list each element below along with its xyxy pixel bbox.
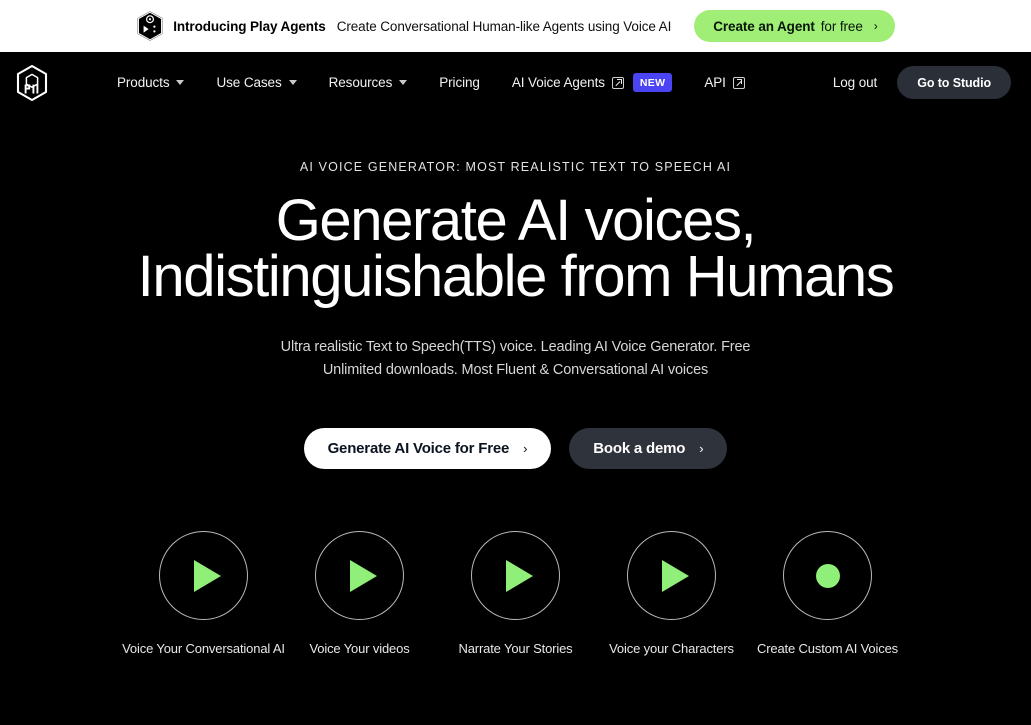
announcement-banner: Introducing Play Agents Create Conversat… [0, 0, 1031, 52]
play-icon [349, 559, 377, 592]
play-cube-logo-icon [137, 11, 163, 41]
nav-item-api[interactable]: API [688, 67, 760, 98]
nav-item-ai-voice-agents[interactable]: AI Voice Agents NEW [496, 65, 688, 100]
use-case-label: Create Custom AI Voices [756, 641, 899, 656]
nav-item-label: Products [117, 75, 170, 90]
new-badge: NEW [632, 73, 673, 92]
play-button-circle[interactable] [315, 531, 404, 620]
use-case-item-custom-voices[interactable]: Create Custom AI Voices [757, 531, 898, 656]
chevron-down-icon [399, 80, 408, 85]
use-case-label: Narrate Your Stories [458, 641, 573, 656]
use-case-row: Voice Your Conversational AI Voice Your … [0, 531, 1031, 656]
external-link-icon [611, 76, 624, 89]
generate-ai-voice-label: Generate AI Voice for Free [327, 440, 510, 457]
banner-title: Introducing Play Agents [173, 18, 326, 34]
use-case-item-videos[interactable]: Voice Your videos [309, 531, 410, 656]
chevron-down-icon [288, 80, 297, 85]
chevron-right-icon: › [873, 19, 878, 33]
nav-item-label: API [704, 75, 726, 90]
logout-link[interactable]: Log out [831, 69, 879, 96]
play-icon [661, 559, 689, 592]
external-link-icon [732, 76, 745, 89]
nav-links: Products Use Cases Resources Pricing AI … [101, 65, 761, 100]
nav-right-actions: Log out Go to Studio [831, 66, 1011, 99]
playht-cube-logo-icon[interactable] [13, 64, 51, 102]
nav-item-label: Resources [328, 75, 393, 90]
hero-section: AI VOICE GENERATOR: MOST REALISTIC TEXT … [0, 113, 1031, 656]
play-button-circle[interactable] [627, 531, 716, 620]
chevron-right-icon: › [699, 441, 704, 456]
record-dot-icon [815, 563, 840, 588]
use-case-label: Voice Your Conversational AI [122, 641, 285, 656]
hero-cta-row: Generate AI Voice for Free › Book a demo… [0, 428, 1031, 469]
use-case-item-conversational-ai[interactable]: Voice Your Conversational AI [122, 531, 285, 656]
play-button-circle[interactable] [471, 531, 560, 620]
book-a-demo-label: Book a demo [593, 440, 686, 457]
chevron-right-icon: › [523, 441, 528, 456]
use-case-label: Voice Your videos [309, 641, 410, 656]
play-icon [505, 559, 533, 592]
banner-cta-light-label: for free [820, 18, 863, 34]
nav-item-label: Use Cases [216, 75, 282, 90]
create-an-agent-button[interactable]: Create an Agent for free › [694, 10, 895, 42]
nav-item-products[interactable]: Products [101, 67, 200, 98]
nav-item-label: AI Voice Agents [511, 75, 605, 90]
banner-cta-strong-label: Create an Agent [713, 18, 815, 34]
banner-subtitle: Create Conversational Human-like Agents … [336, 18, 672, 34]
main-navbar: Products Use Cases Resources Pricing AI … [0, 52, 1031, 113]
go-to-studio-button[interactable]: Go to Studio [897, 66, 1011, 99]
play-icon [193, 559, 221, 592]
hero-eyebrow: AI VOICE GENERATOR: MOST REALISTIC TEXT … [299, 160, 732, 174]
use-case-label: Voice your Characters [609, 641, 734, 656]
nav-item-resources[interactable]: Resources [313, 67, 424, 98]
nav-item-pricing[interactable]: Pricing [423, 67, 496, 98]
book-a-demo-button[interactable]: Book a demo › [569, 428, 728, 469]
chevron-down-icon [176, 80, 185, 85]
play-button-circle[interactable] [159, 531, 248, 620]
nav-item-label: Pricing [439, 75, 480, 90]
use-case-item-characters[interactable]: Voice your Characters [609, 531, 734, 656]
hero-subtitle: Ultra realistic Text to Speech(TTS) voic… [280, 339, 751, 378]
page-title: Generate AI voices, Indistinguishable fr… [137, 188, 895, 309]
use-case-item-stories[interactable]: Narrate Your Stories [458, 531, 573, 656]
record-button-circle[interactable] [783, 531, 872, 620]
generate-ai-voice-button[interactable]: Generate AI Voice for Free › [303, 428, 552, 469]
nav-item-use-cases[interactable]: Use Cases [200, 67, 312, 98]
